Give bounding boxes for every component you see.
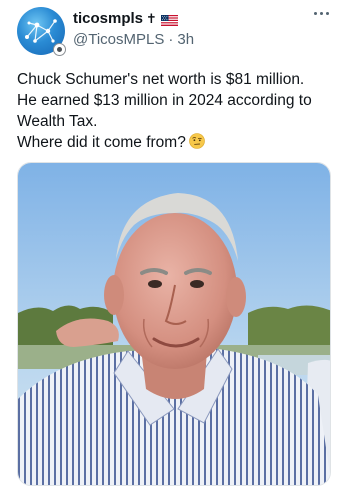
post-text-line: Chuck Schumer's net worth is $81 million… [17, 71, 305, 88]
post-image[interactable] [17, 162, 331, 486]
face-with-raised-eyebrow-icon [189, 133, 205, 149]
post-text-line: He earned $13 million in 2024 according … [17, 92, 312, 109]
more-options-icon[interactable] [314, 12, 332, 18]
post-text-line: Wealth Tax. [17, 113, 98, 130]
author-name-row: ticosmpls ✝ [73, 10, 178, 27]
us-flag-icon [160, 13, 178, 26]
post-body-text: Chuck Schumer's net worth is $81 million… [17, 69, 337, 153]
photo-of-smiling-older-man [18, 163, 330, 485]
avatar-badge-icon [53, 43, 66, 56]
tweet-card[interactable]: ticosmpls ✝ @TicosMPLS · 3h Chuck Schume… [0, 0, 348, 500]
meta-separator: · [168, 31, 174, 48]
author-handle[interactable]: @TicosMPLS [73, 31, 164, 48]
post-text-line-last: Where did it come from? [17, 132, 337, 153]
author-meta-row: @TicosMPLS · 3h [73, 31, 194, 48]
author-display-name[interactable]: ticosmpls [73, 10, 143, 27]
post-text-line: Where did it come from? [17, 134, 186, 151]
cross-symbol: ✝ [146, 10, 157, 26]
post-timestamp[interactable]: 3h [177, 31, 194, 48]
